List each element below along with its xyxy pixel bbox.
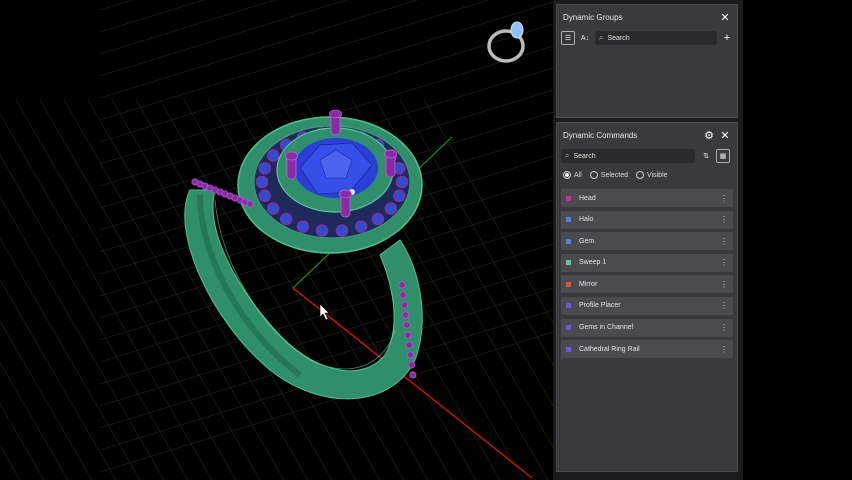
color-swatch (566, 260, 571, 266)
commands-toolbar: ⌕ ⇅ ▦ (557, 147, 737, 165)
list-item[interactable]: Gem ⋮ (561, 232, 733, 251)
3d-viewport[interactable] (0, 0, 553, 480)
commands-header: Dynamic Commands ⚙ ✕ (557, 123, 737, 147)
more-vertical-icon[interactable]: ⋮ (720, 215, 728, 224)
color-swatch (566, 281, 571, 287)
center-gem (294, 138, 378, 198)
filter-visible[interactable]: Visible (636, 171, 668, 179)
list-item[interactable]: Cathedral Ring Rail ⋮ (561, 340, 733, 359)
grid-view-icon[interactable]: ▦ (716, 149, 730, 163)
sort-icon[interactable]: ⇅ (699, 149, 713, 163)
close-icon[interactable]: ✕ (719, 129, 731, 142)
plus-icon[interactable]: + (721, 32, 733, 44)
color-swatch (566, 238, 571, 244)
color-swatch (566, 346, 571, 352)
list-item[interactable]: Sweep 1 ⋮ (561, 253, 733, 272)
radio-all[interactable] (563, 171, 571, 179)
more-vertical-icon[interactable]: ⋮ (720, 280, 728, 289)
filter-all[interactable]: All (563, 171, 582, 179)
filter-radios: All Selected Visible (557, 165, 737, 185)
color-swatch (566, 325, 571, 331)
list-item[interactable]: Profile Placer ⋮ (561, 296, 733, 315)
list-item[interactable]: Halo ⋮ (561, 210, 733, 229)
radio-selected[interactable] (589, 171, 598, 179)
viewport-scene (0, 0, 553, 480)
ring-thumbnail-icon (487, 21, 525, 63)
gear-icon[interactable]: ⚙ (703, 129, 715, 142)
commands-search: ⌕ (561, 149, 695, 163)
groups-title: Dynamic Groups (563, 12, 623, 22)
command-list: Head ⋮ Halo ⋮ Gem ⋮ Sweep 1 ⋮ Mirror ⋮ Profil… (557, 185, 737, 359)
groups-toolbar: ☰ A↓ ⌕ + (557, 29, 737, 47)
color-swatch (566, 217, 571, 223)
radio-visible[interactable] (636, 171, 645, 179)
more-vertical-icon[interactable]: ⋮ (720, 345, 728, 354)
color-swatch (566, 195, 571, 201)
list-item[interactable]: Mirror ⋮ (561, 275, 733, 294)
groups-search: ⌕ (595, 31, 717, 45)
groups-search-input[interactable] (603, 34, 713, 42)
filter-selected[interactable]: Selected (589, 171, 628, 179)
background-margin (743, 0, 852, 480)
groups-header: Dynamic Groups ✕ (557, 5, 737, 29)
list-item[interactable]: Head ⋮ (561, 189, 733, 207)
dynamic-commands-panel: Dynamic Commands ⚙ ✕ ⌕ ⇅ ▦ All Selected … (556, 122, 738, 472)
more-vertical-icon[interactable]: ⋮ (720, 258, 728, 267)
more-vertical-icon[interactable]: ⋮ (720, 237, 728, 246)
color-swatch (566, 303, 571, 309)
more-vertical-icon[interactable]: ⋮ (720, 194, 728, 203)
close-icon[interactable]: ✕ (719, 11, 731, 24)
more-vertical-icon[interactable]: ⋮ (720, 301, 728, 310)
dynamic-groups-panel: Dynamic Groups ✕ ☰ A↓ ⌕ + (556, 4, 738, 118)
commands-title: Dynamic Commands (563, 130, 638, 140)
commands-search-input[interactable] (569, 152, 691, 160)
list-view-icon[interactable]: ☰ (561, 31, 575, 45)
more-vertical-icon[interactable]: ⋮ (720, 323, 728, 332)
sort-az-icon[interactable]: A↓ (578, 31, 592, 45)
list-item[interactable]: Gems in Channel ⋮ (561, 318, 733, 337)
